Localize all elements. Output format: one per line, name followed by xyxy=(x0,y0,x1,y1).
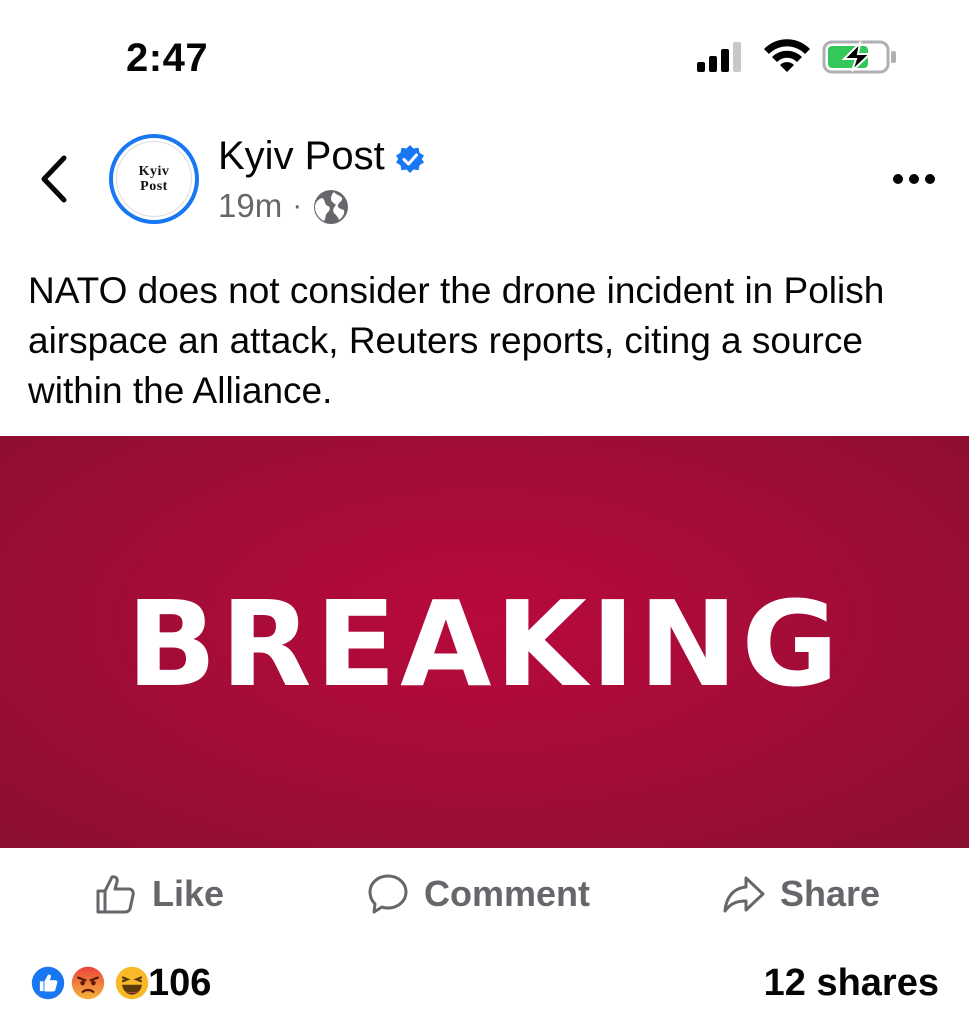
reaction-summary[interactable]: 106 xyxy=(28,962,211,1005)
share-arrow-icon xyxy=(723,876,765,913)
globe-icon[interactable] xyxy=(312,188,350,226)
share-count[interactable]: 12 shares xyxy=(764,962,939,1005)
share-label: Share xyxy=(780,873,881,914)
reaction-count: 106 xyxy=(148,962,212,1004)
reaction-icons xyxy=(28,962,152,1005)
page-avatar[interactable]: Kyiv Post xyxy=(109,134,199,224)
share-button[interactable]: Share xyxy=(722,860,880,928)
verified-badge-icon xyxy=(395,144,424,173)
back-chevron-icon[interactable] xyxy=(36,154,70,204)
like-reaction-icon xyxy=(28,962,68,1003)
breaking-image-text: BREAKING xyxy=(126,575,843,713)
angry-reaction-icon xyxy=(68,962,108,1003)
status-time: 2:47 xyxy=(126,36,209,80)
like-label: Like xyxy=(152,873,225,914)
post-meta: 19m · xyxy=(218,186,350,226)
haha-reaction-icon xyxy=(112,962,152,1003)
post-timestamp[interactable]: 19m xyxy=(218,187,282,225)
page-name-row: Kyiv Post xyxy=(218,134,425,179)
avatar-logo: Kyiv Post xyxy=(116,141,192,217)
post-text: NATO does not consider the drone inciden… xyxy=(28,270,885,411)
post-image[interactable]: BREAKING xyxy=(0,436,969,848)
avatar-logo-line-2: Post xyxy=(140,179,168,194)
cellular-signal-icon xyxy=(697,42,741,72)
comment-button[interactable]: Comment xyxy=(366,860,590,928)
meta-separator: · xyxy=(292,189,303,222)
comment-label: Comment xyxy=(424,873,591,914)
avatar-logo-line-1: Kyiv xyxy=(138,164,170,179)
thumbs-up-icon xyxy=(96,875,135,914)
page-name[interactable]: Kyiv Post xyxy=(218,134,385,179)
comment-bubble-icon xyxy=(368,874,408,914)
like-button[interactable]: Like xyxy=(94,860,224,928)
battery-charging-icon xyxy=(822,40,896,74)
post-action-bar: Like Comment Share xyxy=(0,860,969,928)
more-options-icon[interactable] xyxy=(890,168,938,190)
wifi-icon xyxy=(764,39,810,72)
